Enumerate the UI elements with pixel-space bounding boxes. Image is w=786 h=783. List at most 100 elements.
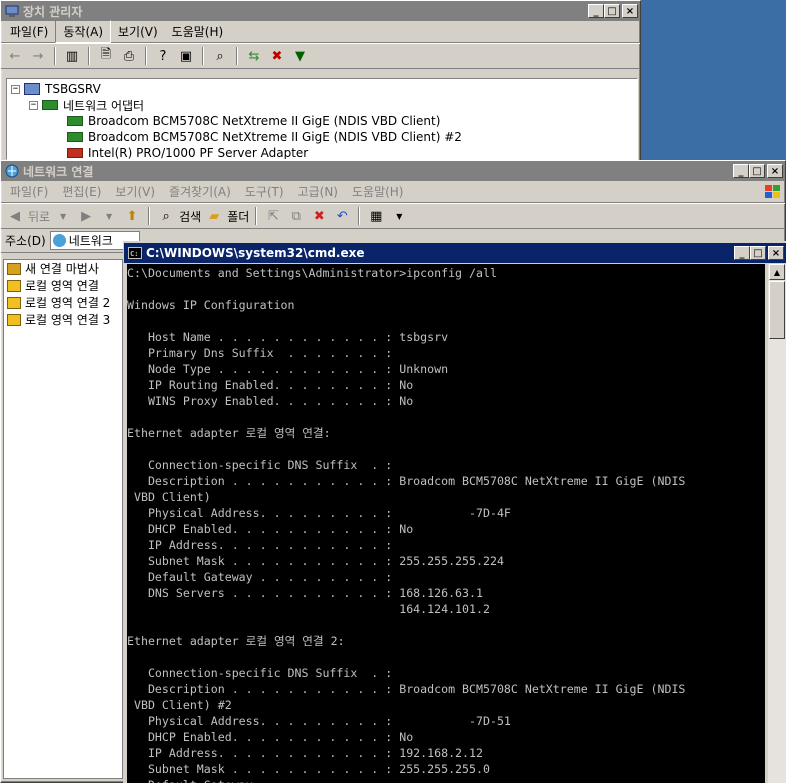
dropdown-icon[interactable]: ▼	[389, 206, 409, 226]
console-line: Default Gateway . . . . . . . . . :	[127, 777, 765, 783]
back-icon[interactable]: ◀	[5, 206, 25, 226]
menu-view[interactable]: 보기(V)	[108, 181, 162, 202]
tree-device[interactable]: Broadcom BCM5708C NetXtreme II GigE (NDI…	[11, 113, 637, 129]
connections-list: 새 연결 마법사 로컬 영역 연결 로컬 영역 연결 2 로컬 영역 연결 3	[3, 259, 123, 779]
action-pane-icon[interactable]: ▣	[176, 46, 196, 66]
list-item[interactable]: 로컬 영역 연결 3	[4, 311, 122, 328]
update-driver-icon[interactable]: ⇆	[244, 46, 264, 66]
device-tree: − TSBGSRV − 네트워크 어댑터 Broadcom BCM5708C N…	[6, 78, 638, 160]
console-line: Subnet Mask . . . . . . . . . . . : 255.…	[127, 762, 490, 776]
tree-device[interactable]: Broadcom BCM5708C NetXtreme II GigE (NDI…	[11, 129, 637, 145]
dropdown-icon[interactable]: ▼	[53, 206, 73, 226]
address-value: 네트워크	[68, 234, 113, 248]
back-arrow-icon[interactable]: ←	[5, 46, 25, 66]
menu-view[interactable]: 보기(V)	[111, 21, 165, 42]
console-line: DHCP Enabled. . . . . . . . . . . : No	[127, 522, 414, 536]
properties-icon[interactable]: 🗎	[96, 46, 116, 66]
forward-arrow-icon[interactable]: →	[28, 46, 48, 66]
vertical-scrollbar[interactable]: ▲	[768, 264, 786, 783]
console-line: Windows IP Configuration	[127, 298, 295, 312]
uninstall-icon[interactable]: ✖	[267, 46, 287, 66]
views-icon[interactable]: ▦	[366, 206, 386, 226]
menu-bar: 파일(F) 동작(A) 보기(V) 도움말(H)	[1, 20, 640, 43]
menu-action[interactable]: 동작(A)	[55, 20, 112, 43]
dropdown-icon[interactable]: ▼	[99, 206, 119, 226]
console-line: Ethernet adapter 로컬 영역 연결:	[127, 426, 331, 440]
console-icon: C:	[127, 245, 143, 261]
network-connections-titlebar[interactable]: 네트워크 연결 _ □ ×	[1, 161, 785, 181]
menu-help[interactable]: 도움말(H)	[165, 21, 231, 42]
device-manager-window: 장치 관리자 _ □ × 파일(F) 동작(A) 보기(V) 도움말(H) ← …	[0, 0, 641, 162]
close-button[interactable]: ×	[622, 4, 638, 18]
maximize-button[interactable]: □	[604, 4, 620, 18]
device-manager-titlebar[interactable]: 장치 관리자 _ □ ×	[1, 1, 640, 21]
list-item[interactable]: 새 연결 마법사	[4, 260, 122, 277]
toolbar: ← → ▥ 🗎 ⎙ ? ▣ ⌕ ⇆ ✖ ▼	[1, 43, 640, 69]
console-line: Connection-specific DNS Suffix . :	[127, 666, 393, 680]
menu-file[interactable]: 파일(F)	[3, 181, 55, 202]
console-output[interactable]: C:\Documents and Settings\Administrator>…	[127, 264, 765, 783]
close-button[interactable]: ×	[767, 164, 783, 178]
search-button[interactable]: 검색	[179, 208, 201, 225]
scroll-up-icon[interactable]: ▲	[769, 264, 785, 280]
folders-button[interactable]: 폴더	[227, 208, 249, 225]
console-line: VBD Client) #2	[127, 698, 232, 712]
menu-favorites[interactable]: 즐겨찾기(A)	[162, 181, 238, 202]
back-button[interactable]: 뒤로	[28, 208, 50, 225]
menu-edit[interactable]: 편집(E)	[55, 181, 108, 202]
tree-device[interactable]: Intel(R) PRO/1000 PF Server Adapter	[11, 145, 637, 159]
close-button[interactable]: ×	[768, 246, 784, 260]
delete-icon[interactable]: ✖	[309, 206, 329, 226]
maximize-button[interactable]: □	[749, 164, 765, 178]
minimize-button[interactable]: _	[588, 4, 604, 18]
move-to-icon[interactable]: ⇱	[263, 206, 283, 226]
console-line: Description . . . . . . . . . . . : Broa…	[127, 474, 686, 488]
collapse-icon[interactable]: −	[11, 84, 20, 94]
undo-icon[interactable]: ↶	[332, 206, 352, 226]
network-connection-icon	[7, 279, 21, 292]
folder-icon[interactable]: ▰	[204, 206, 224, 226]
menu-file[interactable]: 파일(F)	[3, 21, 55, 42]
minimize-button[interactable]: _	[733, 164, 749, 178]
menu-bar: 파일(F) 편집(E) 보기(V) 즐겨찾기(A) 도구(T) 고급(N) 도움…	[1, 181, 785, 203]
console-line: Node Type . . . . . . . . . . . . : Unkn…	[127, 362, 449, 376]
scroll-thumb[interactable]	[769, 281, 785, 339]
console-line: Ethernet adapter 로컬 영역 연결 2:	[127, 634, 345, 648]
minimize-button[interactable]: _	[734, 246, 750, 260]
console-line: Description . . . . . . . . . . . : Broa…	[127, 682, 686, 696]
computer-icon	[4, 3, 20, 19]
search-icon[interactable]: ⌕	[156, 206, 176, 226]
console-line: Physical Address. . . . . . . . . : -7D-…	[127, 506, 511, 520]
window-title: 장치 관리자	[23, 4, 83, 19]
console-tree-icon[interactable]: ▥	[62, 46, 82, 66]
console-line: Connection-specific DNS Suffix . :	[127, 458, 393, 472]
collapse-icon[interactable]: −	[29, 100, 38, 110]
console-line: IP Routing Enabled. . . . . . . . : No	[127, 378, 414, 392]
forward-icon[interactable]: ▶	[76, 206, 96, 226]
console-line: Default Gateway . . . . . . . . . :	[127, 570, 393, 584]
enable-device-icon[interactable]: ▼	[290, 46, 310, 66]
console-line: Subnet Mask . . . . . . . . . . . : 255.…	[127, 554, 504, 568]
cmd-window: C: C:\WINDOWS\system32\cmd.exe _ □ × C:\…	[123, 241, 786, 783]
console-line: DHCP Enabled. . . . . . . . . . . : No	[127, 730, 414, 744]
menu-tools[interactable]: 도구(T)	[238, 181, 291, 202]
console-line: IP Address. . . . . . . . . . . . : 192.…	[127, 746, 483, 760]
list-item[interactable]: 로컬 영역 연결	[4, 277, 122, 294]
menu-advanced[interactable]: 고급(N)	[291, 181, 345, 202]
computer-icon	[24, 83, 40, 95]
help-icon[interactable]: ?	[153, 46, 173, 66]
cmd-titlebar[interactable]: C: C:\WINDOWS\system32\cmd.exe _ □ ×	[124, 243, 786, 263]
scan-hardware-icon[interactable]: ⌕	[210, 46, 230, 66]
copy-to-icon[interactable]: ⧉	[286, 206, 306, 226]
list-item[interactable]: 로컬 영역 연결 2	[4, 294, 122, 311]
up-folder-icon[interactable]: ⬆	[122, 206, 142, 226]
network-adapter-icon	[42, 100, 58, 110]
tree-category[interactable]: − 네트워크 어댑터	[11, 97, 637, 113]
svg-text:C:: C:	[130, 250, 138, 258]
print-icon[interactable]: ⎙	[119, 46, 139, 66]
maximize-button[interactable]: □	[750, 246, 766, 260]
menu-help[interactable]: 도움말(H)	[345, 181, 411, 202]
tree-root[interactable]: − TSBGSRV	[11, 81, 637, 97]
